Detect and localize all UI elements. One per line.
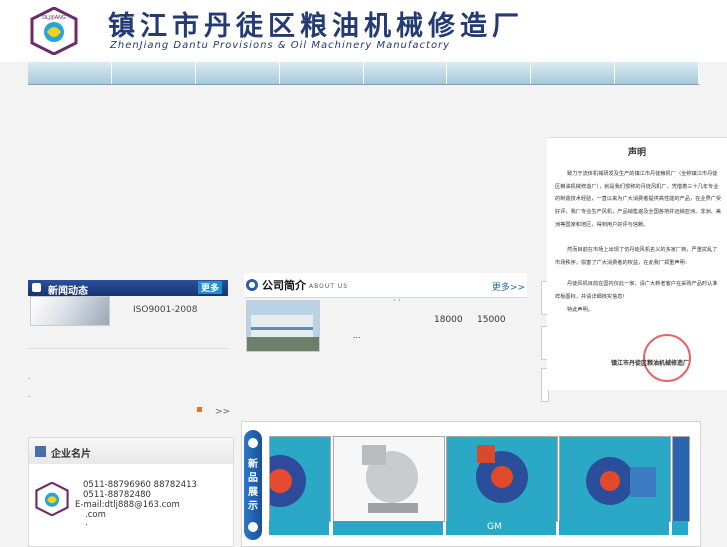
main-nav bbox=[28, 62, 699, 85]
product-caption-gm[interactable]: GM bbox=[487, 522, 502, 532]
about-header: ● 公司简介 ABOUT US 更多>> bbox=[244, 273, 527, 298]
about-marks: · · bbox=[393, 296, 401, 305]
product-caption bbox=[333, 521, 443, 535]
list-dot: . bbox=[28, 372, 31, 381]
product-image[interactable] bbox=[446, 436, 558, 522]
card-title: 企业名片 bbox=[51, 449, 91, 460]
logo-text: DLJIJIANG bbox=[42, 15, 66, 21]
bullet-icon bbox=[197, 407, 202, 412]
nav-item[interactable] bbox=[615, 62, 699, 84]
statement-popup: 声明 致力于流体机械研发及生产的镇江市丹徒粮机厂（全称镇江市丹徒区粮油机械修造厂… bbox=[547, 137, 727, 390]
about-number: 15000 bbox=[477, 315, 506, 325]
site-title: 镇江市丹徒区粮油机械修造厂 bbox=[108, 11, 524, 42]
play-icon bbox=[32, 283, 41, 292]
company-card: 企业名片 0511-88796960 88782413 0511-8878248… bbox=[28, 437, 234, 547]
company-logo-icon[interactable]: DLJIJIANG bbox=[30, 7, 78, 55]
statement-title: 声明 bbox=[627, 148, 646, 158]
arrow-up-icon[interactable] bbox=[248, 438, 258, 448]
nav-item[interactable] bbox=[280, 62, 364, 84]
nav-item[interactable] bbox=[364, 62, 448, 84]
statement-paragraph: 然而目前在市场上出现了仿丹徒风机名义的多家厂商，严重扰乱了市场秩序，损害了广大消… bbox=[555, 247, 718, 266]
news-thumbnail[interactable] bbox=[30, 296, 110, 326]
product-image[interactable] bbox=[559, 436, 671, 522]
nav-item[interactable] bbox=[196, 62, 280, 84]
product-image[interactable] bbox=[269, 436, 331, 522]
product-caption bbox=[269, 521, 329, 535]
divider bbox=[28, 348, 228, 349]
list-dot: . bbox=[85, 518, 88, 528]
statement-signature: 镇江市丹徒区粮油机械修造厂 bbox=[611, 360, 690, 367]
phone-2: 0511-88782480 bbox=[83, 490, 151, 500]
statement-paragraph: 特此声明。 bbox=[567, 307, 593, 313]
about-title: 公司简介 bbox=[262, 279, 306, 292]
factory-photo[interactable] bbox=[246, 300, 320, 352]
about-subtitle: ABOUT US bbox=[309, 283, 349, 290]
news-item[interactable]: ISO9001-2008 bbox=[133, 305, 198, 315]
card-icon bbox=[35, 446, 46, 457]
email-tail: .com bbox=[85, 510, 106, 520]
list-dot: . bbox=[28, 390, 31, 399]
product-caption bbox=[559, 521, 669, 535]
product-image[interactable] bbox=[672, 436, 690, 522]
email[interactable]: E-mail:dtlj888@163.com bbox=[75, 500, 180, 510]
statement-paragraph: 丹徒风机目前在国内仅此一家，请广大新老客户在采购产品时认准样板图标，并请详细核实… bbox=[555, 281, 718, 300]
header: DLJIJIANG 镇江市丹徒区粮油机械修造厂 ZhenJiang Dantu … bbox=[0, 0, 727, 62]
phone-1: 0511-88796960 88782413 bbox=[83, 480, 197, 490]
product-caption bbox=[672, 521, 688, 535]
company-logo-icon bbox=[35, 482, 69, 516]
nav-item[interactable] bbox=[112, 62, 196, 84]
globe-icon: ● bbox=[246, 279, 258, 291]
nav-item[interactable] bbox=[28, 62, 112, 84]
about-ellipsis: ... bbox=[353, 331, 361, 340]
site-subtitle: ZhenJiang Dantu Provisions & Oil Machine… bbox=[110, 40, 451, 51]
news-title: 新闻动态 bbox=[48, 286, 88, 297]
news-arrows[interactable]: >> bbox=[215, 407, 230, 417]
product-image[interactable] bbox=[333, 436, 445, 522]
product-label: 新品展示 bbox=[248, 459, 258, 512]
nav-item[interactable] bbox=[531, 62, 616, 84]
card-header: 企业名片 bbox=[29, 438, 233, 464]
about-more-link[interactable]: 更多>> bbox=[492, 280, 525, 293]
nav-item[interactable] bbox=[447, 62, 532, 84]
about-number: 18000 bbox=[434, 315, 463, 325]
news-more-link[interactable]: 更多 bbox=[197, 281, 222, 294]
statement-paragraph: 致力于流体机械研发及生产的镇江市丹徒粮机厂（全称镇江市丹徒区粮油机械修造厂），就… bbox=[555, 171, 722, 228]
arrow-down-icon[interactable] bbox=[248, 522, 258, 532]
news-header: 新闻动态 更多 bbox=[28, 280, 228, 297]
